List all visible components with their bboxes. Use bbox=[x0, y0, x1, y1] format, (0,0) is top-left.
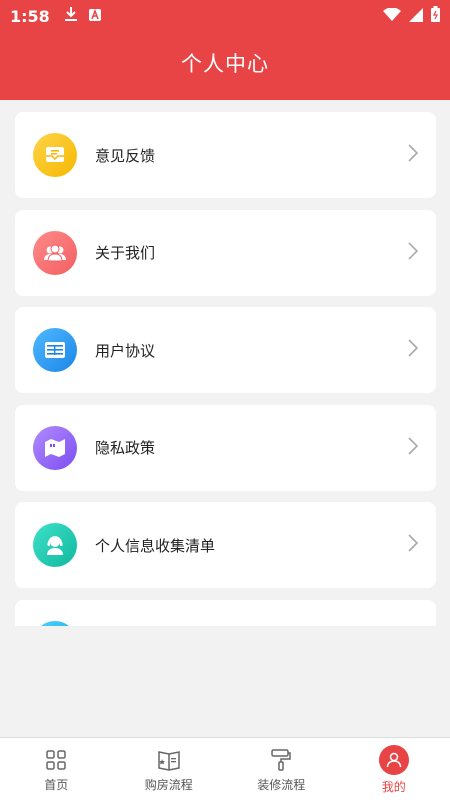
page-title: 个人中心 bbox=[181, 52, 269, 76]
signal-icon bbox=[409, 7, 423, 26]
menu-item-label: 用户协议 bbox=[95, 341, 156, 360]
tab-decoration-process[interactable]: 装修流程 bbox=[225, 738, 338, 800]
menu-item-partial[interactable] bbox=[15, 599, 436, 626]
agreement-icon bbox=[33, 328, 77, 372]
menu-item-label: 意见反馈 bbox=[95, 146, 156, 165]
customer-service-icon bbox=[33, 523, 77, 567]
bottom-tab-bar: 首页 购房流程 装修流程 我的 bbox=[0, 737, 450, 800]
user-icon bbox=[378, 745, 409, 775]
feedback-icon bbox=[33, 133, 77, 177]
download-icon bbox=[64, 6, 78, 26]
paint-roller-icon bbox=[268, 747, 294, 773]
menu-item-label: 关于我们 bbox=[95, 244, 156, 262]
battery-icon bbox=[431, 6, 440, 26]
status-bar: 1:58 bbox=[0, 0, 450, 32]
tab-label: 首页 bbox=[44, 778, 69, 792]
chevron-right-icon bbox=[408, 534, 419, 556]
tab-mine[interactable]: 我的 bbox=[338, 738, 450, 800]
chevron-right-icon bbox=[408, 241, 419, 264]
tab-label: 购房流程 bbox=[144, 778, 193, 792]
menu-list: 意见反馈 关于我们 用户协议 隐私政策 个人信息收集清单 bbox=[15, 112, 436, 626]
menu-item-personal-info-list[interactable]: 个人信息收集清单 bbox=[15, 502, 436, 588]
wifi-icon bbox=[383, 6, 401, 26]
tab-home[interactable]: 首页 bbox=[0, 738, 113, 800]
map-icon bbox=[33, 425, 77, 470]
book-icon bbox=[156, 747, 182, 773]
menu-item-user-agreement[interactable]: 用户协议 bbox=[15, 307, 436, 393]
app-notification-icon bbox=[88, 7, 102, 26]
menu-item-feedback[interactable]: 意见反馈 bbox=[15, 112, 436, 198]
app-header: 1:58 个人中心 bbox=[0, 0, 450, 100]
tab-label: 装修流程 bbox=[257, 778, 306, 792]
chevron-right-icon bbox=[408, 436, 419, 459]
status-time: 1:58 bbox=[10, 6, 50, 26]
menu-item-label: 隐私政策 bbox=[95, 439, 156, 457]
chevron-right-icon bbox=[408, 339, 419, 361]
tab-purchase-process[interactable]: 购房流程 bbox=[113, 738, 226, 800]
users-icon bbox=[33, 230, 77, 275]
menu-item-icon bbox=[33, 620, 77, 626]
menu-item-privacy-policy[interactable]: 隐私政策 bbox=[15, 404, 436, 491]
grid-icon bbox=[43, 747, 69, 773]
menu-item-label: 个人信息收集清单 bbox=[95, 536, 216, 555]
chevron-right-icon bbox=[408, 144, 419, 166]
menu-item-about-us[interactable]: 关于我们 bbox=[15, 209, 436, 296]
tab-label: 我的 bbox=[381, 780, 406, 794]
